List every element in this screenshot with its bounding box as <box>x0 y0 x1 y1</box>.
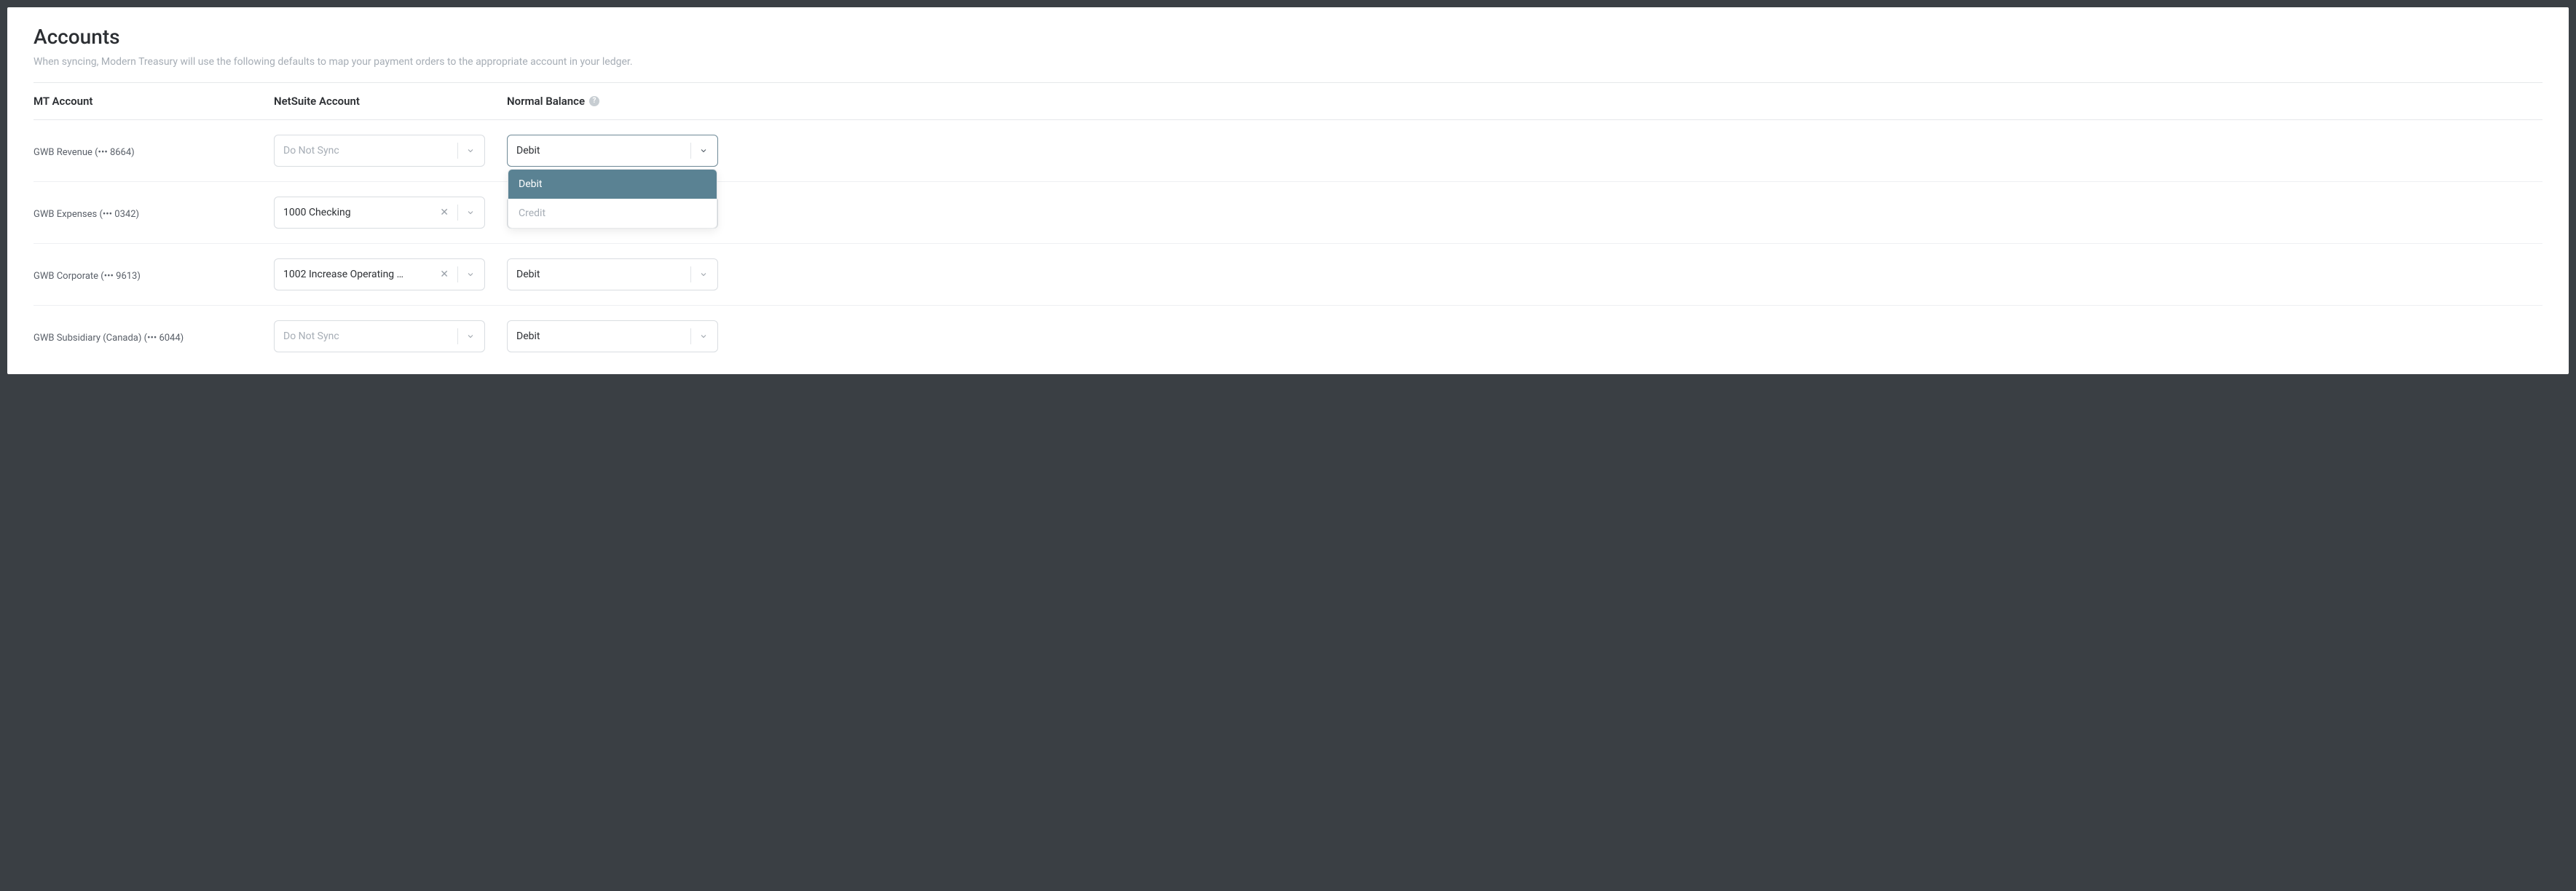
dropdown-option-debit[interactable]: Debit <box>508 170 717 199</box>
netsuite-account-select[interactable]: Do Not Sync <box>274 320 485 352</box>
mt-account-label: GWB Subsidiary (Canada) (••• 6044) <box>34 333 184 344</box>
column-header-ns-label: NetSuite Account <box>274 95 360 108</box>
separator <box>457 328 458 344</box>
select-value: Debit <box>516 145 690 157</box>
table-row: GWB Revenue (••• 8664) Do Not Sync Debit <box>34 120 2542 182</box>
page-subtitle: When syncing, Modern Treasury will use t… <box>34 56 2542 68</box>
select-value: 1000 Checking <box>283 207 438 218</box>
table-row: GWB Expenses (••• 0342) 1000 Checking ✕ … <box>34 182 2542 244</box>
separator <box>457 143 458 159</box>
netsuite-account-select[interactable]: 1000 Checking ✕ <box>274 197 485 229</box>
chevron-down-icon <box>465 146 476 156</box>
page-title: Accounts <box>34 25 2542 49</box>
column-header-netsuite-account: NetSuite Account <box>274 95 507 108</box>
table-row: GWB Subsidiary (Canada) (••• 6044) Do No… <box>34 306 2542 367</box>
clear-icon[interactable]: ✕ <box>438 269 450 280</box>
separator <box>457 266 458 282</box>
select-value: 1002 Increase Operating … <box>283 269 438 280</box>
separator <box>690 143 691 159</box>
table-header: MT Account NetSuite Account Normal Balan… <box>34 83 2542 120</box>
mt-account-label: GWB Corporate (••• 9613) <box>34 271 141 282</box>
table-row: GWB Corporate (••• 9613) 1002 Increase O… <box>34 244 2542 306</box>
select-value: Debit <box>516 269 690 280</box>
chevron-down-icon <box>698 331 709 341</box>
separator <box>690 266 691 282</box>
clear-icon[interactable]: ✕ <box>438 207 450 218</box>
netsuite-account-select[interactable]: Do Not Sync <box>274 135 485 167</box>
select-value: Do Not Sync <box>283 145 457 157</box>
chevron-down-icon <box>465 331 476 341</box>
column-header-nb-label: Normal Balance <box>507 95 585 108</box>
chevron-down-icon <box>465 269 476 280</box>
separator <box>690 328 691 344</box>
chevron-down-icon <box>465 207 476 218</box>
column-header-normal-balance: Normal Balance ? <box>507 95 740 108</box>
info-icon[interactable]: ? <box>589 96 599 106</box>
column-header-mt-account: MT Account <box>34 95 274 108</box>
chevron-down-icon <box>698 146 709 156</box>
mt-account-label: GWB Revenue (••• 8664) <box>34 147 135 158</box>
normal-balance-select[interactable]: Debit <box>507 320 718 352</box>
dropdown-option-credit[interactable]: Credit <box>508 199 717 228</box>
column-header-mt-label: MT Account <box>34 95 92 108</box>
normal-balance-select[interactable]: Debit <box>507 258 718 290</box>
separator <box>457 205 458 221</box>
select-value: Do Not Sync <box>283 330 457 342</box>
chevron-down-icon <box>698 269 709 280</box>
normal-balance-dropdown: Debit Credit <box>508 169 717 229</box>
normal-balance-select[interactable]: Debit Debit Credit <box>507 135 718 167</box>
select-value: Debit <box>516 330 690 342</box>
accounts-panel: Accounts When syncing, Modern Treasury w… <box>7 7 2569 374</box>
netsuite-account-select[interactable]: 1002 Increase Operating … ✕ <box>274 258 485 290</box>
mt-account-label: GWB Expenses (••• 0342) <box>34 209 139 220</box>
